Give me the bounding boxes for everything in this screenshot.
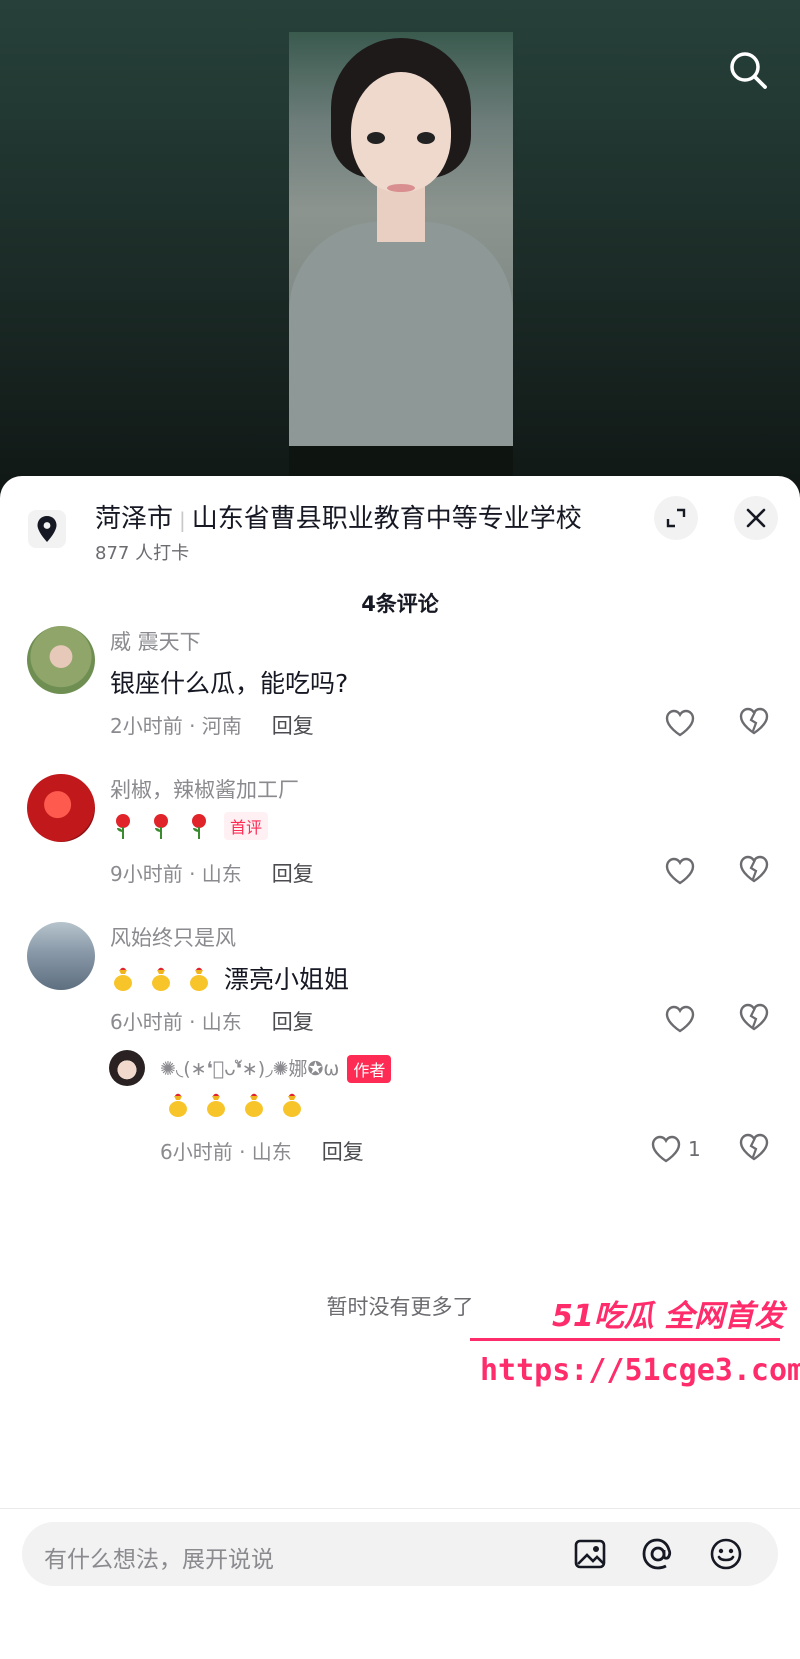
comment-input-placeholder[interactable]: 有什么想法，展开说说 [44, 1540, 274, 1574]
heart-icon [665, 709, 695, 737]
money-bag-emoji-icon [114, 967, 132, 991]
video-subject-lips [387, 184, 415, 192]
watermark-title: 51吃瓜 全网首发 [552, 1299, 785, 1334]
broken-heart-icon [739, 1133, 769, 1161]
avatar[interactable] [27, 626, 95, 694]
dislike-button[interactable] [738, 1002, 772, 1036]
watermark-rule [470, 1338, 780, 1341]
comment-meta: 9小时前 · 山东 回复 [110, 858, 314, 888]
like-button[interactable] [664, 706, 698, 740]
author-badge: 作者 [347, 1055, 392, 1083]
video-background [0, 0, 800, 520]
location-title[interactable]: 菏泽市 | 山东省曹县职业教育中等专业学校 [95, 498, 582, 535]
like-button[interactable] [664, 1002, 698, 1036]
search-button[interactable] [726, 48, 770, 92]
comment-time: 2小时前 · 河南 [110, 714, 242, 738]
location-city: 菏泽市 [95, 504, 174, 534]
expand-icon [666, 508, 686, 528]
reply-button[interactable]: 回复 [272, 862, 314, 886]
video-subject-shirt [289, 222, 513, 452]
first-comment-badge: 首评 [224, 812, 269, 840]
comments-sheet: 菏泽市 | 山东省曹县职业教育中等专业学校 877 人打卡 4条评论 威 震天下 银… [0, 476, 800, 1659]
dislike-button[interactable] [738, 854, 772, 888]
heart-icon [665, 857, 695, 885]
reply-text [165, 1090, 305, 1118]
heart-icon [651, 1135, 681, 1163]
money-bag-emoji-icon [245, 1093, 263, 1117]
comments-count: 4条评论 [361, 592, 439, 616]
money-bag-emoji-icon [152, 967, 170, 991]
comment-author[interactable]: 威 震天下 [110, 626, 201, 656]
comment-text-content: 漂亮小姐姐 [224, 965, 350, 994]
reply-time: 6小时前 · 山东 [160, 1140, 292, 1164]
comment-text: 银座什么瓜，能吃吗? [110, 664, 348, 700]
reply-meta: 6小时前 · 山东 回复 [160, 1136, 364, 1166]
like-count: 1 [688, 1137, 701, 1161]
reply-author[interactable]: ✺◟(∗❛ัᴗ❛ั∗)◞✺娜✪ω 作者 [160, 1054, 392, 1084]
dislike-button[interactable] [738, 706, 772, 740]
comment-author[interactable]: 风始终只是风 [110, 922, 236, 952]
reply-author-name: ✺◟(∗❛ัᴗ❛ั∗)◞✺娜✪ω [160, 1058, 340, 1080]
heart-icon [665, 1005, 695, 1033]
comment-text: 漂亮小姐姐 [110, 960, 349, 996]
comment-text-content: 银座什么瓜，能吃吗? [110, 669, 349, 698]
comment-text: 首评 [110, 812, 269, 840]
comment-time: 6小时前 · 山东 [110, 1010, 242, 1034]
checkin-count: 877 人打卡 [95, 543, 190, 564]
comment-input-bar[interactable]: 有什么想法，展开说说 [22, 1522, 778, 1586]
dislike-button[interactable] [738, 1132, 772, 1166]
avatar[interactable] [109, 1050, 145, 1086]
rose-emoji-icon [154, 814, 168, 839]
title-separator: | [179, 508, 186, 532]
mention-icon[interactable] [640, 1536, 676, 1572]
avatar[interactable] [27, 774, 95, 842]
money-bag-emoji-icon [169, 1093, 187, 1117]
like-button[interactable]: 1 [650, 1132, 710, 1166]
video-subject-face [351, 72, 451, 192]
broken-heart-icon [739, 707, 769, 735]
comment-meta: 2小时前 · 河南 回复 [110, 710, 314, 740]
close-button[interactable] [734, 496, 778, 540]
money-bag-emoji-icon [207, 1093, 225, 1117]
video-bottom-strip [289, 446, 513, 478]
like-button[interactable] [664, 854, 698, 888]
money-bag-emoji-icon [190, 967, 208, 991]
reply-button[interactable]: 回复 [322, 1140, 364, 1164]
broken-heart-icon [739, 1003, 769, 1031]
video-subject-eye [417, 132, 435, 144]
reply-button[interactable]: 回复 [272, 1010, 314, 1034]
comment-author[interactable]: 剁椒，辣椒酱加工厂 [110, 774, 299, 804]
location-place: 山东省曹县职业教育中等专业学校 [191, 504, 582, 534]
rose-emoji-icon [116, 814, 130, 839]
watermark: 51吃瓜 全网首发 https://51cge3.com [470, 1291, 800, 1401]
money-bag-emoji-icon [283, 1093, 301, 1117]
close-icon [746, 508, 766, 528]
emoji-icon[interactable] [708, 1536, 744, 1572]
reply-button[interactable]: 回复 [272, 714, 314, 738]
search-icon [730, 52, 767, 89]
broken-heart-icon [739, 855, 769, 883]
video-preview[interactable] [289, 32, 513, 478]
divider [0, 1508, 800, 1509]
video-subject-eye [367, 132, 385, 144]
expand-button[interactable] [654, 496, 698, 540]
comment-time: 9小时前 · 山东 [110, 862, 242, 886]
image-icon[interactable] [572, 1536, 608, 1572]
watermark-url: https://51cge3.com [480, 1353, 800, 1388]
location-pin-icon [28, 510, 66, 548]
rose-emoji-icon [192, 814, 206, 839]
avatar[interactable] [27, 922, 95, 990]
comment-meta: 6小时前 · 山东 回复 [110, 1006, 314, 1036]
